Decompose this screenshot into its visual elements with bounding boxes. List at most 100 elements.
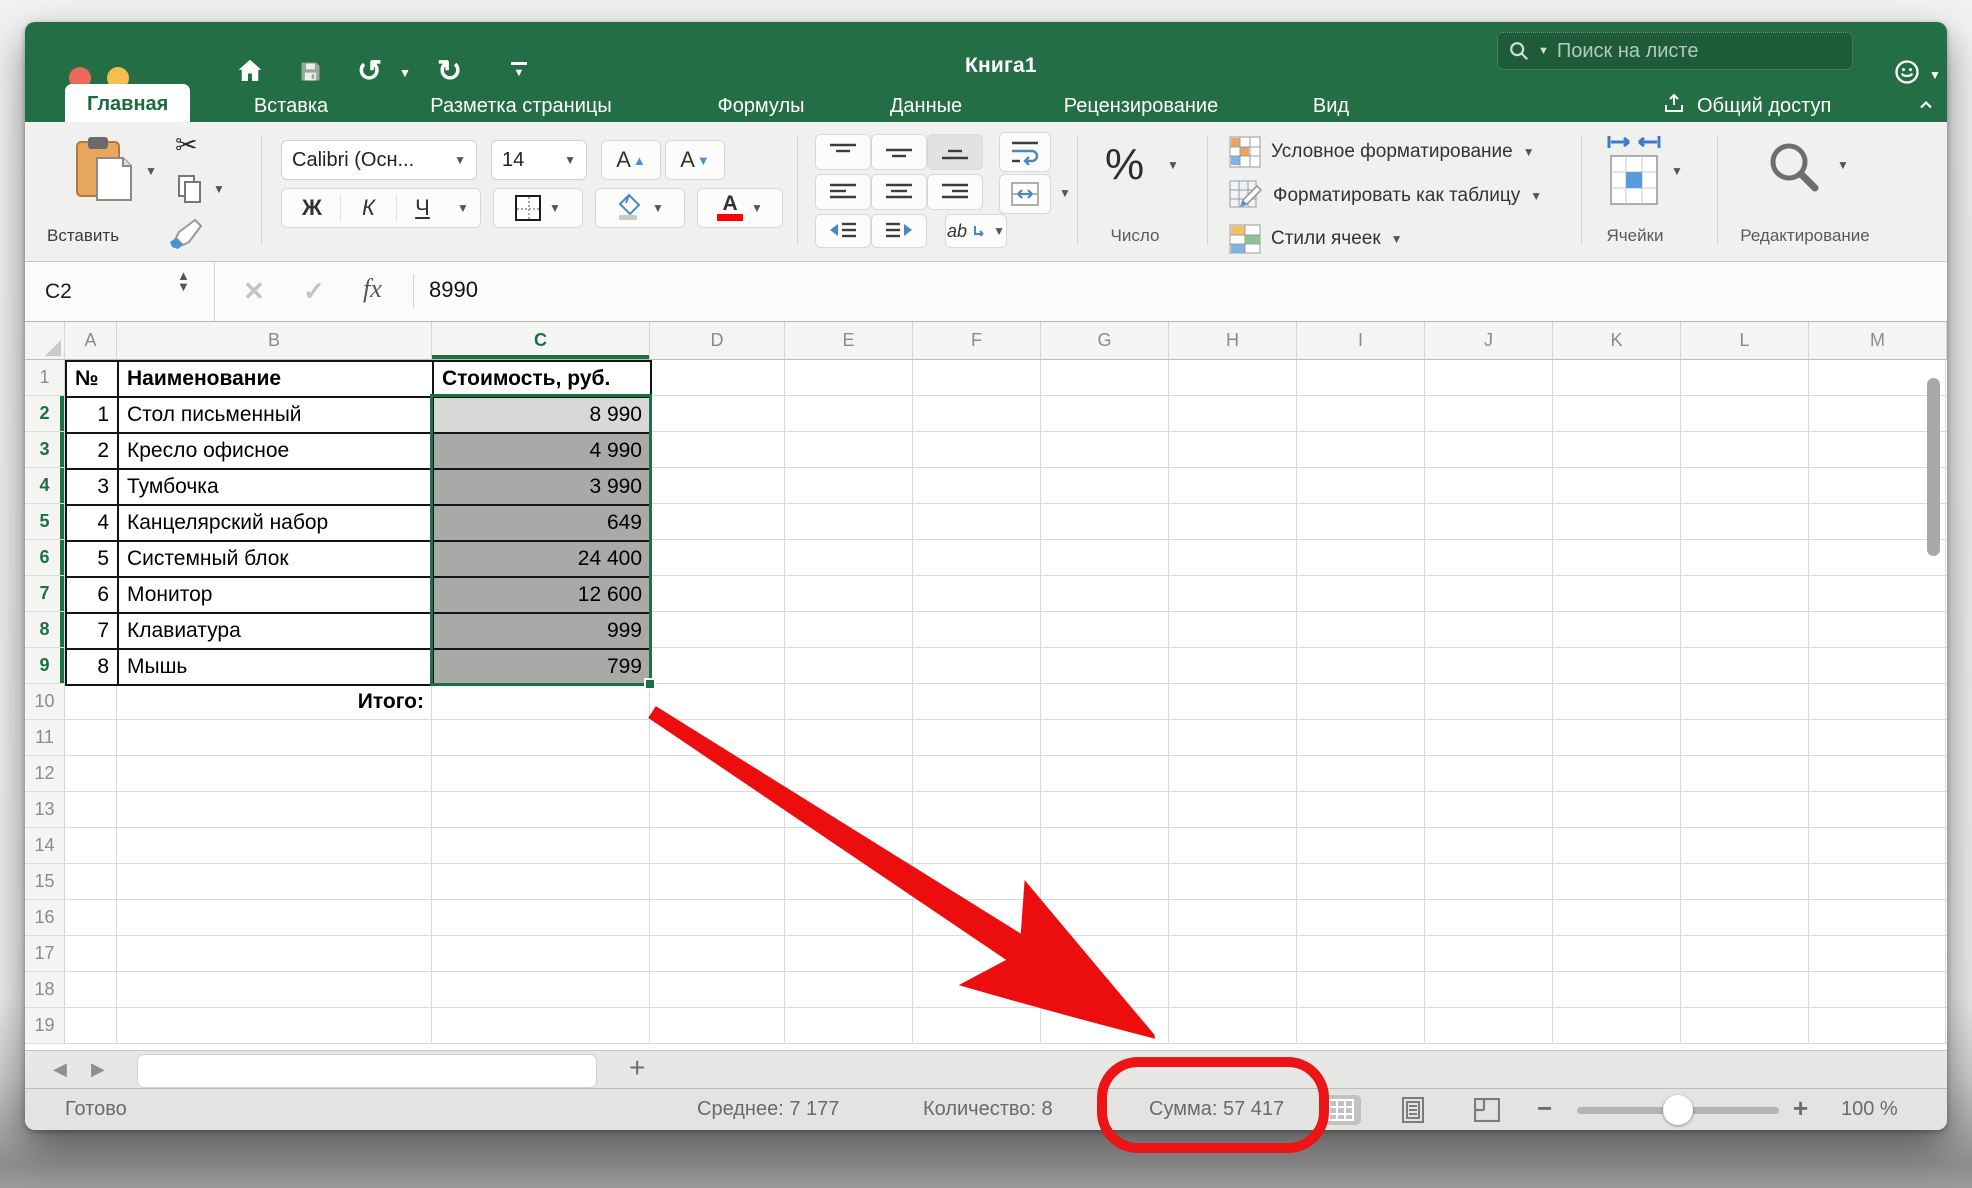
selection-fill-handle[interactable] [644, 678, 656, 690]
underline-button[interactable]: Ч [396, 195, 448, 221]
column-header-D[interactable]: D [650, 322, 785, 360]
column-header-M[interactable]: M [1809, 322, 1947, 360]
number-format-button[interactable]: % [1105, 140, 1144, 190]
cell-B7[interactable]: Монитор [119, 578, 434, 614]
cell-C8[interactable]: 999 [434, 614, 652, 650]
row-header-12[interactable]: 12 [25, 756, 65, 792]
add-sheet-button[interactable]: + [629, 1052, 645, 1084]
bold-button[interactable]: Ж [284, 195, 340, 221]
align-middle-button[interactable] [871, 134, 927, 170]
search-scope-dropdown-icon[interactable]: ▼ [1538, 45, 1549, 57]
copy-dropdown-icon[interactable]: ▼ [213, 182, 225, 196]
paste-dropdown-icon[interactable]: ▼ [145, 164, 157, 178]
column-header-G[interactable]: G [1041, 322, 1169, 360]
tab-vid[interactable]: Вид [1301, 90, 1361, 122]
normal-view-button[interactable] [1321, 1095, 1361, 1125]
cell-B4[interactable]: Тумбочка [119, 470, 434, 506]
column-header-L[interactable]: L [1681, 322, 1809, 360]
cell-B6[interactable]: Системный блок [119, 542, 434, 578]
paste-icon[interactable] [73, 136, 135, 207]
cell-B8[interactable]: Клавиатура [119, 614, 434, 650]
header-cell-num[interactable]: № [67, 362, 119, 398]
row-header-8[interactable]: 8 [25, 612, 65, 648]
editing-dropdown-icon[interactable]: ▼ [1837, 158, 1849, 172]
column-header-F[interactable]: F [913, 322, 1041, 360]
row-header-11[interactable]: 11 [25, 720, 65, 756]
cell-A4[interactable]: 3 [67, 470, 119, 506]
row-header-6[interactable]: 6 [25, 540, 65, 576]
cell-A2[interactable]: 1 [67, 398, 119, 434]
number-format-dropdown-icon[interactable]: ▼ [1167, 158, 1179, 172]
row-header-3[interactable]: 3 [25, 432, 65, 468]
row-header-5[interactable]: 5 [25, 504, 65, 540]
tab-recenzirovanie[interactable]: Рецензирование [1031, 90, 1251, 122]
cells-dropdown-icon[interactable]: ▼ [1671, 164, 1683, 178]
row-header-13[interactable]: 13 [25, 792, 65, 828]
cell-C4[interactable]: 3 990 [434, 470, 652, 506]
tab-formuly[interactable]: Формулы [701, 90, 821, 122]
align-bottom-button[interactable] [927, 134, 983, 170]
cell-C2[interactable]: 8 990 [434, 398, 652, 434]
font-color-button[interactable]: А ▼ [697, 188, 783, 228]
cell-styles-button[interactable]: Стили ячеек ▼ [1229, 224, 1403, 254]
row-header-7[interactable]: 7 [25, 576, 65, 612]
align-top-button[interactable] [815, 134, 871, 170]
row-header-2[interactable]: 2 [25, 396, 65, 432]
decrease-indent-button[interactable] [815, 214, 871, 248]
fx-icon[interactable]: fx [363, 274, 382, 304]
formula-input-value[interactable]: 8990 [429, 277, 478, 303]
cell-A9[interactable]: 8 [67, 650, 119, 686]
select-all-corner[interactable] [25, 322, 65, 360]
row-header-4[interactable]: 4 [25, 468, 65, 504]
text-orientation-button[interactable]: ab ▼ [945, 214, 1007, 248]
copy-icon[interactable] [177, 174, 203, 209]
next-sheet-icon[interactable]: ▶ [91, 1059, 105, 1080]
cell-B3[interactable]: Кресло офисное [119, 434, 434, 470]
undo-icon[interactable]: ↺ [357, 54, 382, 89]
cell-B2[interactable]: Стол письменный [119, 398, 434, 434]
row-header-19[interactable]: 19 [25, 1008, 65, 1044]
column-header-B[interactable]: B [117, 322, 432, 360]
row-header-17[interactable]: 17 [25, 936, 65, 972]
smiley-dropdown-icon[interactable]: ▼ [1929, 68, 1941, 82]
vertical-scrollbar[interactable] [1927, 378, 1940, 556]
total-label-cell[interactable]: Итого: [117, 684, 432, 720]
cancel-entry-icon[interactable]: ✕ [243, 276, 265, 307]
sheet-search-input[interactable]: ▼ Поиск на листе [1497, 32, 1853, 70]
format-as-table-button[interactable]: Форматировать как таблицу ▼ [1229, 180, 1542, 212]
zoom-in-button[interactable]: + [1793, 1093, 1808, 1124]
increase-indent-button[interactable] [871, 214, 927, 248]
fill-color-button[interactable]: ▼ [595, 188, 685, 228]
column-header-K[interactable]: K [1553, 322, 1681, 360]
column-header-E[interactable]: E [785, 322, 913, 360]
header-cell-cost[interactable]: Стоимость, руб. [434, 362, 652, 398]
cell-C5[interactable]: 649 [434, 506, 652, 542]
row-header-1[interactable]: 1 [25, 360, 65, 396]
row-header-14[interactable]: 14 [25, 828, 65, 864]
cell-A8[interactable]: 7 [67, 614, 119, 650]
row-header-9[interactable]: 9 [25, 648, 65, 684]
increase-font-button[interactable]: А▲ [601, 140, 661, 180]
italic-button[interactable]: К [340, 195, 396, 221]
wrap-text-button[interactable] [999, 132, 1051, 172]
cells-button[interactable] [1605, 134, 1663, 213]
cell-C3[interactable]: 4 990 [434, 434, 652, 470]
cell-B9[interactable]: Мышь [119, 650, 434, 686]
format-painter-icon[interactable] [165, 218, 203, 257]
conditional-formatting-button[interactable]: Условное форматирование ▼ [1229, 136, 1535, 168]
share-icon[interactable] [1661, 90, 1687, 122]
underline-dropdown-icon[interactable]: ▼ [448, 201, 478, 215]
font-name-select[interactable]: Calibri (Осн...▼ [281, 140, 477, 180]
redo-icon[interactable]: ↻ [437, 54, 462, 89]
home-icon[interactable] [235, 56, 265, 91]
column-header-H[interactable]: H [1169, 322, 1297, 360]
page-layout-view-button[interactable] [1393, 1095, 1433, 1125]
cell-A5[interactable]: 4 [67, 506, 119, 542]
cut-icon[interactable]: ✂ [175, 130, 198, 161]
cell-A7[interactable]: 6 [67, 578, 119, 614]
decrease-font-button[interactable]: А▼ [665, 140, 725, 180]
page-break-view-button[interactable] [1467, 1095, 1507, 1125]
align-left-button[interactable] [815, 174, 871, 210]
collapse-ribbon-icon[interactable] [1915, 90, 1937, 122]
column-header-A[interactable]: A [65, 322, 117, 360]
